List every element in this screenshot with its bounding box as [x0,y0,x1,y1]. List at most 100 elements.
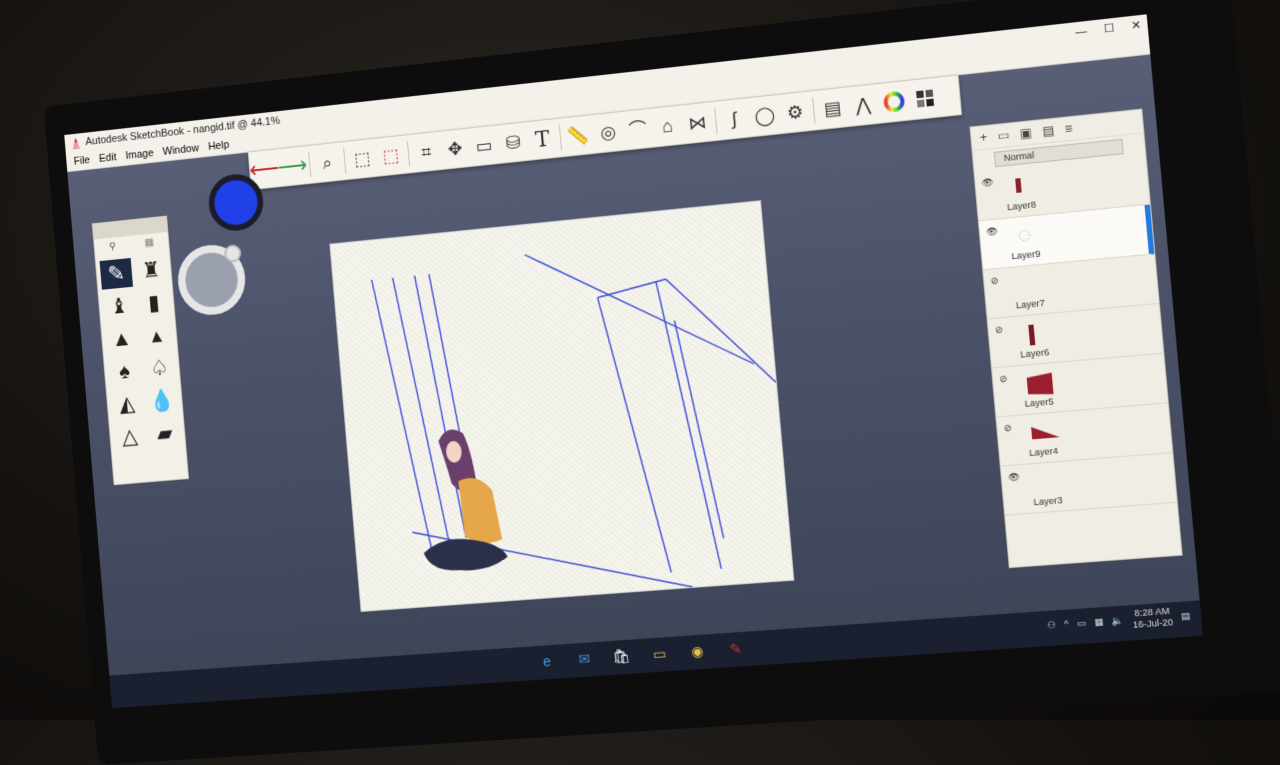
layer-name: Layer3 [1033,494,1064,508]
text-layer-icon[interactable]: ▤ [1042,123,1055,139]
menu-file[interactable]: File [73,151,91,170]
toolbar-divider [308,151,312,178]
select-delete-icon[interactable]: ⬚ [375,140,406,172]
layer-thumbnail [1026,372,1054,397]
hidden-eye-icon[interactable]: ⊘ [999,373,1008,385]
edge-browser-icon[interactable]: e [534,649,559,674]
close-button[interactable]: ✕ [1130,15,1142,37]
menu-help[interactable]: Help [207,136,230,156]
canvas-artwork [330,201,793,611]
image-layer-icon[interactable]: ▣ [1019,125,1032,141]
toolbar-divider [406,141,411,167]
redo-icon[interactable]: ⟶ [276,150,308,182]
battery-icon[interactable]: ▭ [1076,617,1086,629]
layer-name: Layer6 [1019,346,1050,360]
layer-name: Layer9 [1011,248,1041,262]
gradient-brush-icon[interactable]: ▰ [148,418,182,450]
system-tray: ⚇ ^ ▭ ▦ 🔈 8:28 AM 16-Jul-20 ▤ [1046,604,1191,636]
crop-icon[interactable]: ⌗ [411,136,442,168]
pen-brush-icon[interactable]: ♝ [102,291,136,323]
volume-icon[interactable]: 🔈 [1111,615,1124,627]
monitor-frame: Autodesk SketchBook - nangid.tif @ 44.1%… [43,0,1280,765]
menu-image[interactable]: Image [125,144,155,164]
sketchbook-taskbar-icon[interactable]: ✎ [722,636,748,662]
fine-pen-brush-icon[interactable]: ▴ [140,320,174,352]
layer-thumbnail [1028,324,1036,346]
menu-edit[interactable]: Edit [98,149,117,168]
magnifier-icon[interactable]: ⌕ [312,146,343,178]
chevron-up-icon[interactable]: ^ [1064,619,1069,630]
taskbar-apps: e ✉ 🛍 ▭ ◉ ✎ [534,636,748,674]
smudge-brush-icon[interactable]: ◭ [110,388,144,420]
layer-name: Layer4 [1028,445,1059,459]
brush-properties-icon[interactable]: ⚲ [109,241,117,252]
eye-icon[interactable]: 👁 [1008,471,1021,483]
screen: Autodesk SketchBook - nangid.tif @ 44.1%… [64,14,1203,709]
brush-puck[interactable] [175,241,248,318]
toolbar-divider [714,107,718,134]
rectangle-icon[interactable]: ▭ [468,129,500,162]
toolbar-divider [812,97,816,124]
clock[interactable]: 8:28 AM 16-Jul-20 [1131,605,1173,631]
brush-library-icon[interactable]: ⋀ [847,88,880,122]
windows-taskbar: e ✉ 🛍 ▭ ◉ ✎ ⚇ ^ ▭ ▦ 🔈 8:28 AM 16-Jul-20 … [109,600,1203,709]
brush-grid: ✎ ♜ ♝ ▮ ▲ ▴ ♠ ♤ ◭ 💧 △ ▰ [96,250,186,456]
network-icon[interactable]: ▦ [1094,616,1104,628]
pencil-brush-icon[interactable]: ✎ [99,257,134,290]
marker-brush-icon[interactable]: ♜ [134,254,168,286]
ellipse-guide-icon[interactable]: ◎ [592,116,624,149]
brush-palette: ⚲ ▤ ✎ ♜ ♝ ▮ ▲ ▴ ♠ ♤ ◭ 💧 △ ▰ [91,215,190,486]
hidden-eye-icon[interactable]: ⊘ [990,275,999,287]
layer-name: Layer5 [1024,396,1055,409]
add-layer-icon[interactable]: + [979,130,988,145]
chisel-brush-icon[interactable]: ▮ [137,287,171,319]
chrome-icon[interactable]: ◉ [684,638,710,664]
store-icon[interactable]: 🛍 [609,643,635,669]
brush-library-tab-icon[interactable]: ▤ [144,237,154,248]
eye-icon[interactable]: 👁 [986,226,999,238]
drawing-canvas[interactable] [330,201,794,611]
symmetry-icon[interactable]: ⋈ [681,106,714,139]
text-icon[interactable]: T [526,123,558,156]
layer-thumbnail [1015,178,1022,193]
menu-icon[interactable]: ≡ [1064,121,1073,136]
stroke-icon[interactable]: ∫ [718,102,751,135]
paint-brush-icon[interactable]: ♠ [108,356,142,388]
water-drop-icon[interactable]: 💧 [145,385,179,417]
eraser-brush-icon[interactable]: △ [113,421,147,452]
folder-icon[interactable]: ▭ [997,128,1010,144]
hidden-eye-icon[interactable]: ⊘ [1003,423,1012,435]
shape-icon[interactable]: ◯ [748,99,781,132]
ruler-icon[interactable]: 📏 [563,119,595,152]
mail-icon[interactable]: ✉ [571,646,597,671]
girl-figure [422,427,509,574]
color-wheel-icon[interactable] [877,85,911,119]
eye-icon[interactable]: 👁 [981,177,994,189]
copic-library-icon[interactable]: ▤ [816,92,849,126]
cylinder-icon[interactable]: ⛁ [497,126,529,159]
file-explorer-icon[interactable]: ▭ [646,641,672,667]
people-icon[interactable]: ⚇ [1047,619,1057,631]
swatches-icon[interactable] [908,82,942,116]
clock-date: 16-Jul-20 [1132,616,1174,630]
airbrush-icon[interactable]: ♤ [142,352,176,384]
layer-name: Layer7 [1015,297,1046,311]
perspective-icon[interactable]: ⌂ [651,110,683,143]
french-curve-icon[interactable]: ⌒ [622,113,654,146]
ink-brush-icon[interactable]: ▲ [105,323,139,355]
transform-icon[interactable]: ✥ [439,133,470,166]
toolbar-divider [558,124,563,151]
menu-window[interactable]: Window [162,140,200,161]
notifications-icon[interactable]: ▤ [1181,610,1191,622]
maximize-button[interactable]: ☐ [1103,18,1115,40]
layers-panel: + ▭ ▣ ▤ ≡ Normal 👁 Layer8 👁 Layer9 ⊘ Lay… [969,108,1183,569]
brush-puck-handle[interactable] [223,243,242,263]
layer-thumbnail [1031,424,1060,440]
select-icon[interactable]: ⬚ [347,143,378,175]
minimize-button[interactable]: — [1074,21,1088,43]
fill-icon[interactable]: ⚙ [779,96,812,129]
toolbar-divider [343,147,347,174]
layer-thumbnail [1011,224,1038,247]
sketchbook-app-icon [72,137,80,149]
hidden-eye-icon[interactable]: ⊘ [995,324,1004,336]
